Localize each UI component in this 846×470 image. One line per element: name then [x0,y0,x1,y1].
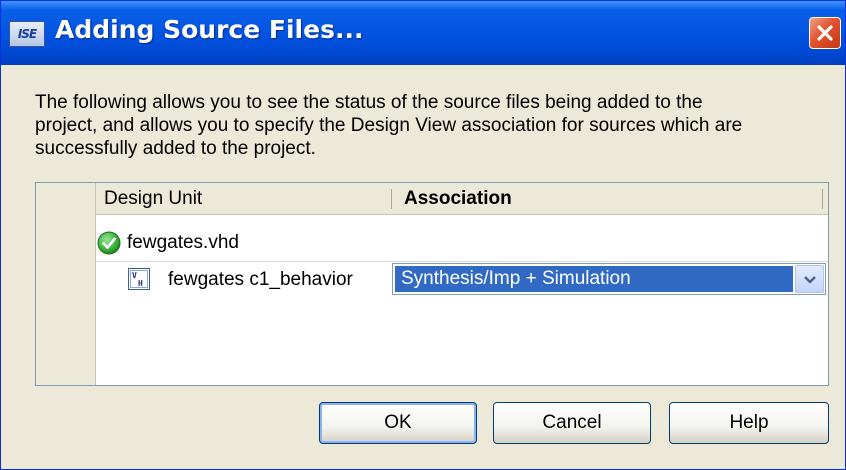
close-icon [817,25,833,41]
close-button[interactable] [809,17,841,49]
title-bar[interactable]: ISE Adding Source Files... [1,1,845,65]
dialog-title: Adding Source Files... [55,15,364,44]
vhdl-entity-icon: V H [128,268,150,290]
column-header-association[interactable]: Association [392,183,828,215]
column-header-design-unit[interactable]: Design Unit [96,183,392,215]
description-text: The following allows you to see the stat… [35,91,835,160]
ok-button[interactable]: OK [319,402,477,444]
row-header-column [36,183,96,385]
description-line: successfully added to the project. [35,138,316,159]
chevron-down-icon [804,276,816,284]
association-dropdown[interactable]: Synthesis/Imp + Simulation [392,263,826,295]
file-name: fewgates.vhd [127,232,239,253]
svg-text:V: V [132,271,137,280]
check-circle-icon [97,231,121,255]
association-selected-value[interactable]: Synthesis/Imp + Simulation [395,266,793,292]
cancel-button[interactable]: Cancel [493,402,651,444]
dialog-window: ISE Adding Source Files... The following… [0,0,846,470]
description-line: project, and allows you to specify the D… [35,115,743,136]
description-line: The following allows you to see the stat… [35,92,703,113]
ise-app-icon: ISE [9,21,45,47]
dropdown-arrow-button[interactable] [795,265,824,293]
column-divider[interactable] [822,189,823,209]
source-files-grid[interactable]: Design Unit Association fewgates.vhd V H… [35,182,829,386]
grid-row-file[interactable]: fewgates.vhd [96,226,828,262]
grid-row-design-unit[interactable]: V H fewgates c1_behavior Synthesis/Imp +… [96,263,828,299]
help-button[interactable]: Help [669,402,829,444]
svg-text:H: H [138,279,143,288]
design-unit-name: fewgates c1_behavior [168,269,353,290]
